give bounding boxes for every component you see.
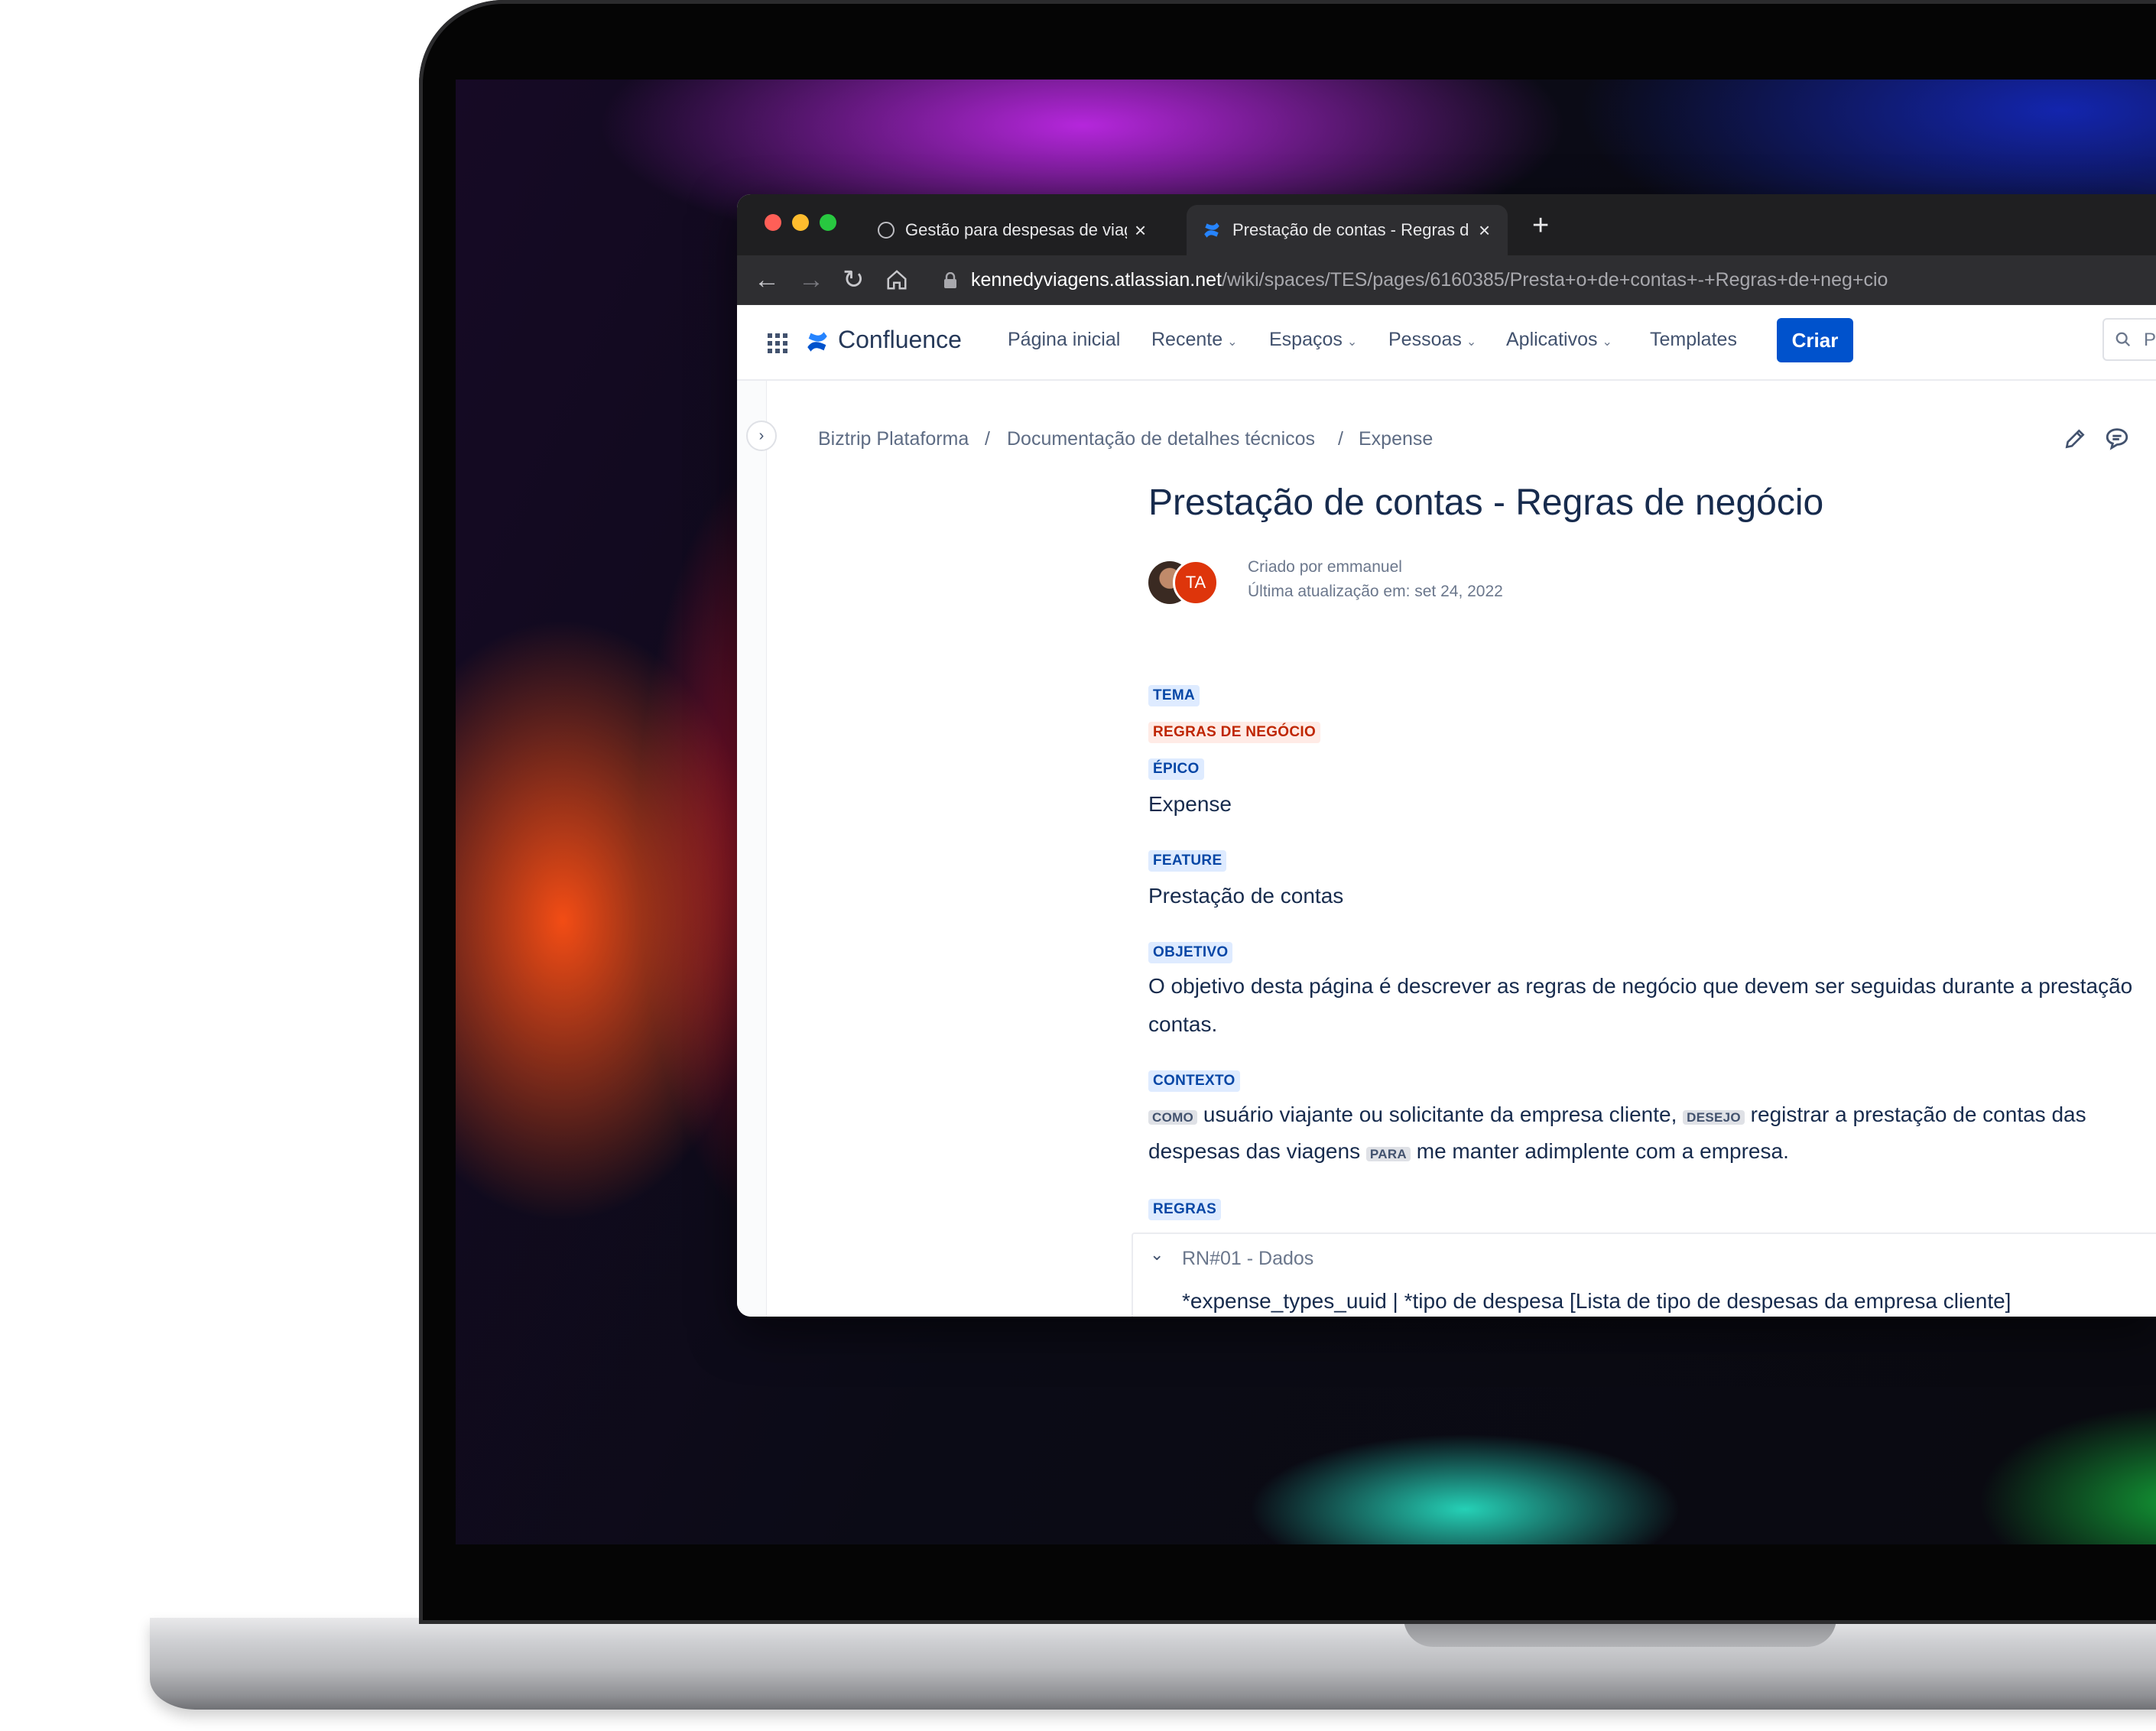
confluence-header: Confluence Página inicial Recente ⌄ Espaç… (737, 306, 2156, 381)
tab-gestao[interactable]: Gestão para despesas de viage × (878, 205, 1153, 255)
nav-home[interactable]: Página inicial (1008, 329, 1120, 351)
browser-toolbar: ← → ↻ kennedyviagens.atlassian.net/wiki/… (737, 255, 2156, 305)
feature-value: Prestação de contas (1148, 884, 1344, 908)
zoom-window-button[interactable] (820, 214, 836, 231)
confluence-logo-text[interactable]: Confluence (838, 326, 962, 354)
status-lozenge-feature: FEATURE (1148, 850, 1227, 872)
objetivo-line-1: O objetivo desta página é descrever as r… (1148, 974, 2133, 998)
nav-spaces[interactable]: Espaços ⌄ (1269, 329, 1357, 351)
nav-recent[interactable]: Recente ⌄ (1151, 329, 1238, 351)
page-title: Prestação de contas - Regras de negócio (1148, 482, 1824, 523)
tag-para: PARA (1365, 1147, 1411, 1161)
nav-templates[interactable]: Templates (1650, 329, 1737, 351)
chevron-down-icon[interactable]: ⌄ (1150, 1245, 1164, 1265)
tab-title: Prestação de contas - Regras d (1232, 220, 1469, 239)
close-window-button[interactable] (765, 214, 781, 231)
created-by: Criado por emmanuel (1248, 558, 1402, 576)
breadcrumb-item[interactable]: Expense (1359, 428, 1433, 450)
status-lozenge-contexto: CONTEXTO (1148, 1070, 1240, 1092)
new-tab-button[interactable]: + (1532, 209, 1549, 242)
chevron-down-icon: ⌄ (1346, 336, 1358, 349)
expand-sidebar-button[interactable]: › (746, 421, 777, 451)
nav-people[interactable]: Pessoas ⌄ (1388, 329, 1476, 351)
search-input[interactable]: P (2102, 318, 2156, 361)
confluence-favicon-icon (1204, 222, 1219, 238)
nav-apps[interactable]: Aplicativos ⌄ (1506, 329, 1612, 351)
close-tab-icon[interactable]: × (1135, 219, 1146, 242)
home-icon[interactable] (885, 268, 908, 291)
last-updated: Última atualização em: set 24, 2022 (1248, 583, 1503, 600)
edit-icon[interactable] (2063, 427, 2087, 451)
create-button[interactable]: Criar (1777, 318, 1853, 362)
status-lozenge-objetivo: OBJETIVO (1148, 942, 1233, 963)
rule-line: *expense_types_uuid | *tipo de despesa [… (1182, 1289, 2012, 1313)
breadcrumb-item[interactable]: Documentação de detalhes técnicos (1007, 428, 1315, 450)
minimize-window-button[interactable] (792, 214, 809, 231)
close-tab-icon[interactable]: × (1479, 219, 1490, 242)
objetivo-line-2: contas. (1148, 1012, 1218, 1036)
contexto-line-2: despesas das viagens PARA me manter adim… (1148, 1139, 1789, 1163)
chevron-down-icon: ⌄ (1227, 336, 1238, 349)
url-host: kennedyviagens.atlassian.net (971, 269, 1222, 291)
back-icon[interactable]: ← (754, 261, 780, 298)
status-lozenge-tema: TEMA (1148, 685, 1200, 706)
confluence-logo-icon[interactable] (804, 329, 830, 355)
status-lozenge-regras: REGRAS (1148, 1199, 1222, 1220)
contexto-line-1: COMO usuário viajante ou solicitante da … (1148, 1103, 2086, 1128)
breadcrumb-item[interactable]: Biztrip Plataforma (818, 428, 969, 450)
avatar[interactable]: TA (1173, 560, 1219, 606)
tag-como: COMO (1148, 1110, 1198, 1125)
address-bar[interactable]: kennedyviagens.atlassian.net/wiki/spaces… (971, 269, 1888, 291)
tab-title: Gestão para despesas de viage (905, 220, 1127, 239)
browser-window: Gestão para despesas de viage × Prestaçã… (737, 194, 2156, 1317)
rule-title[interactable]: RN#01 - Dados (1182, 1248, 1313, 1270)
url-path: /wiki/spaces/TES/pages/6160385/Presta+o+… (1222, 269, 1888, 291)
title-bar: Gestão para despesas de viage × Prestaçã… (737, 194, 2156, 255)
epico-value: Expense (1148, 792, 1232, 816)
breadcrumb-separator: / (1338, 428, 1343, 450)
chevron-down-icon: ⌄ (1602, 336, 1612, 349)
breadcrumb-separator: / (985, 428, 990, 450)
tab-prestacao[interactable]: Prestação de contas - Regras d × (1187, 205, 1508, 255)
search-icon (2115, 332, 2131, 347)
app-switcher-icon[interactable] (766, 332, 789, 355)
chevron-down-icon: ⌄ (1466, 336, 1477, 349)
tag-desejo: DESEJO (1683, 1110, 1745, 1125)
search-placeholder: P (2144, 330, 2156, 350)
laptop-base (150, 1618, 2156, 1710)
comment-icon[interactable] (2104, 425, 2130, 451)
lock-icon (944, 272, 956, 288)
globe-icon (878, 222, 895, 239)
status-lozenge-epico: ÉPICO (1148, 758, 1204, 780)
sidebar-collapsed (737, 381, 767, 1317)
reload-icon[interactable]: ↻ (843, 261, 865, 298)
status-lozenge-regras-negocio: REGRAS DE NEGÓCIO (1148, 722, 1321, 743)
forward-icon[interactable]: → (798, 261, 824, 298)
